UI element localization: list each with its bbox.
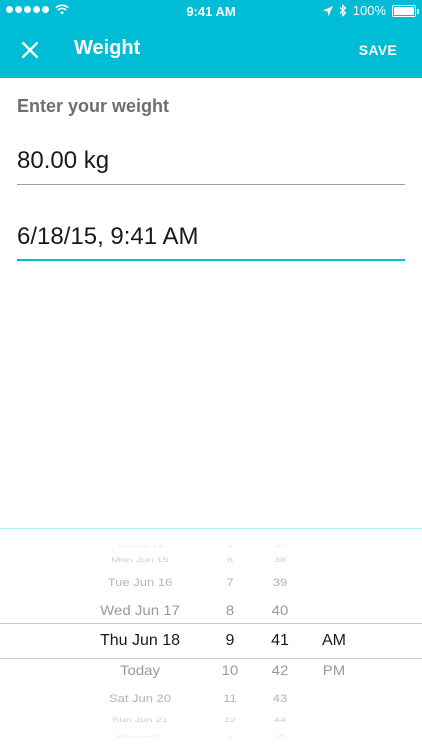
picker-hour-option[interactable]: 8 <box>212 602 248 619</box>
picker-date-option[interactable]: Sun Jun 14 <box>60 544 220 548</box>
picker-hour-option[interactable]: 9 <box>212 631 248 650</box>
close-button[interactable] <box>14 34 46 66</box>
close-icon <box>22 42 38 58</box>
picker-date-option[interactable]: Sun Jun 21 <box>60 717 220 725</box>
status-bar: 9:41 AM 100% <box>0 0 422 22</box>
picker-minute-option[interactable]: 40 <box>262 602 298 619</box>
picker-date-option[interactable]: Mon Jun 22 <box>60 734 220 738</box>
picker-date-option[interactable]: Wed Jun 17 <box>60 602 220 619</box>
picker-date-option[interactable]: Thu Jun 18 <box>60 631 220 650</box>
status-right: 100% <box>322 3 419 18</box>
save-button[interactable]: SAVE <box>359 42 397 58</box>
app-bar: Weight SAVE <box>0 22 422 78</box>
picker-minute-option[interactable]: 43 <box>262 693 298 706</box>
picker-hour-option[interactable]: 11 <box>212 693 248 706</box>
battery-percent: 100% <box>352 3 386 18</box>
battery-icon <box>392 4 419 17</box>
picker-hour-option[interactable]: 6 <box>212 557 248 565</box>
picker-hour-option[interactable]: 5 <box>212 544 248 548</box>
header: 9:41 AM 100% Weight SAVE <box>0 0 422 78</box>
picker-date-option[interactable]: Mon Jun 15 <box>60 557 220 565</box>
picker-ampm-option[interactable]: PM <box>316 662 352 679</box>
picker-minute-option[interactable]: 37 <box>262 544 298 548</box>
datetime-picker[interactable]: Sun Jun 14 Mon Jun 15 Tue Jun 16 Wed Jun 17… <box>0 528 422 750</box>
picker-hour-option[interactable]: 10 <box>212 662 248 679</box>
picker-minute-option[interactable]: 44 <box>262 717 298 725</box>
picker-hour-option[interactable]: 1 <box>212 734 248 738</box>
weight-input[interactable]: 80.00 kg <box>17 147 405 185</box>
location-arrow-icon <box>322 5 333 16</box>
picker-minute-option[interactable]: 39 <box>262 577 298 590</box>
picker-hour-option[interactable]: 12 <box>212 717 248 725</box>
datetime-input[interactable]: 6/18/15, 9:41 AM <box>17 223 405 261</box>
picker-ampm-option[interactable]: AM <box>316 631 352 650</box>
page-title: Weight <box>74 37 141 59</box>
picker-date-option[interactable]: Today <box>60 662 220 679</box>
picker-minute-option[interactable]: 41 <box>262 631 298 650</box>
picker-date-option[interactable]: Tue Jun 16 <box>60 577 220 590</box>
picker-minute-option[interactable]: 38 <box>262 557 298 565</box>
bluetooth-icon <box>339 4 347 17</box>
picker-minute-option[interactable]: 42 <box>262 662 298 679</box>
picker-minute-option[interactable]: 45 <box>262 734 298 738</box>
weight-prompt-label: Enter your weight <box>17 96 170 116</box>
picker-hour-option[interactable]: 7 <box>212 577 248 590</box>
picker-date-option[interactable]: Sat Jun 20 <box>60 693 220 706</box>
